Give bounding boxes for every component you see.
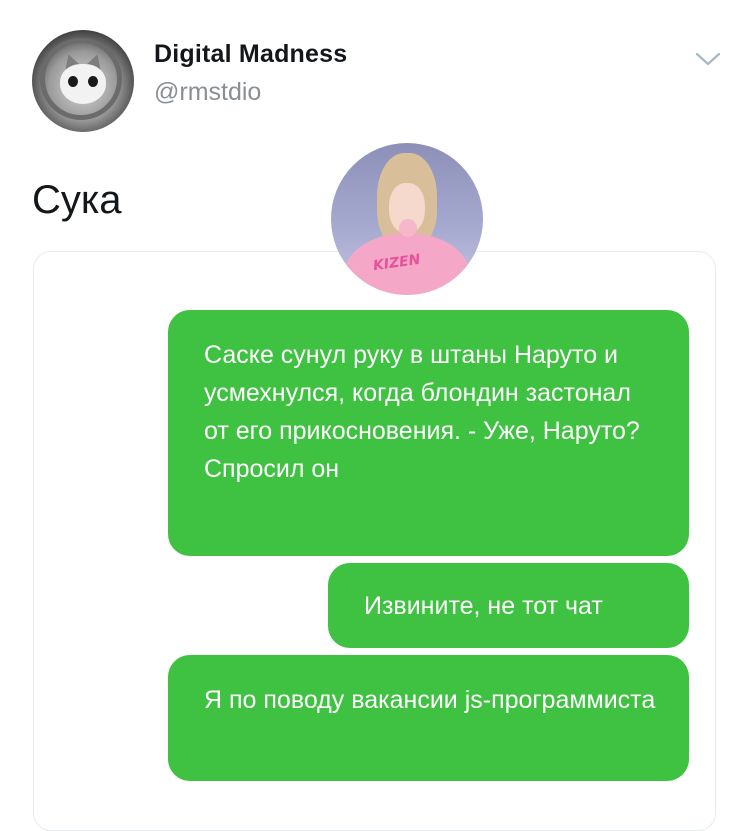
message-bubble: Извините, не тот чат <box>328 563 689 648</box>
tweet-header: Digital Madness @rmstdio <box>0 0 750 150</box>
tweet-text: Сука <box>32 178 122 222</box>
display-name[interactable]: Digital Madness <box>154 40 347 69</box>
user-avatar[interactable] <box>32 30 134 132</box>
cat-face <box>60 64 106 104</box>
chat-avatar: KIZEN <box>331 143 483 295</box>
message-bubble: Саске сунул руку в штаны Наруто и усмехн… <box>168 310 689 556</box>
cat-eye-left <box>68 76 78 87</box>
chevron-down-icon[interactable] <box>694 50 722 68</box>
user-handle[interactable]: @rmstdio <box>154 78 261 107</box>
avatar-bubblegum <box>399 219 417 237</box>
cat-eye-right <box>88 76 98 87</box>
message-bubble: Я по поводу вакансии js-программиста <box>168 655 689 781</box>
